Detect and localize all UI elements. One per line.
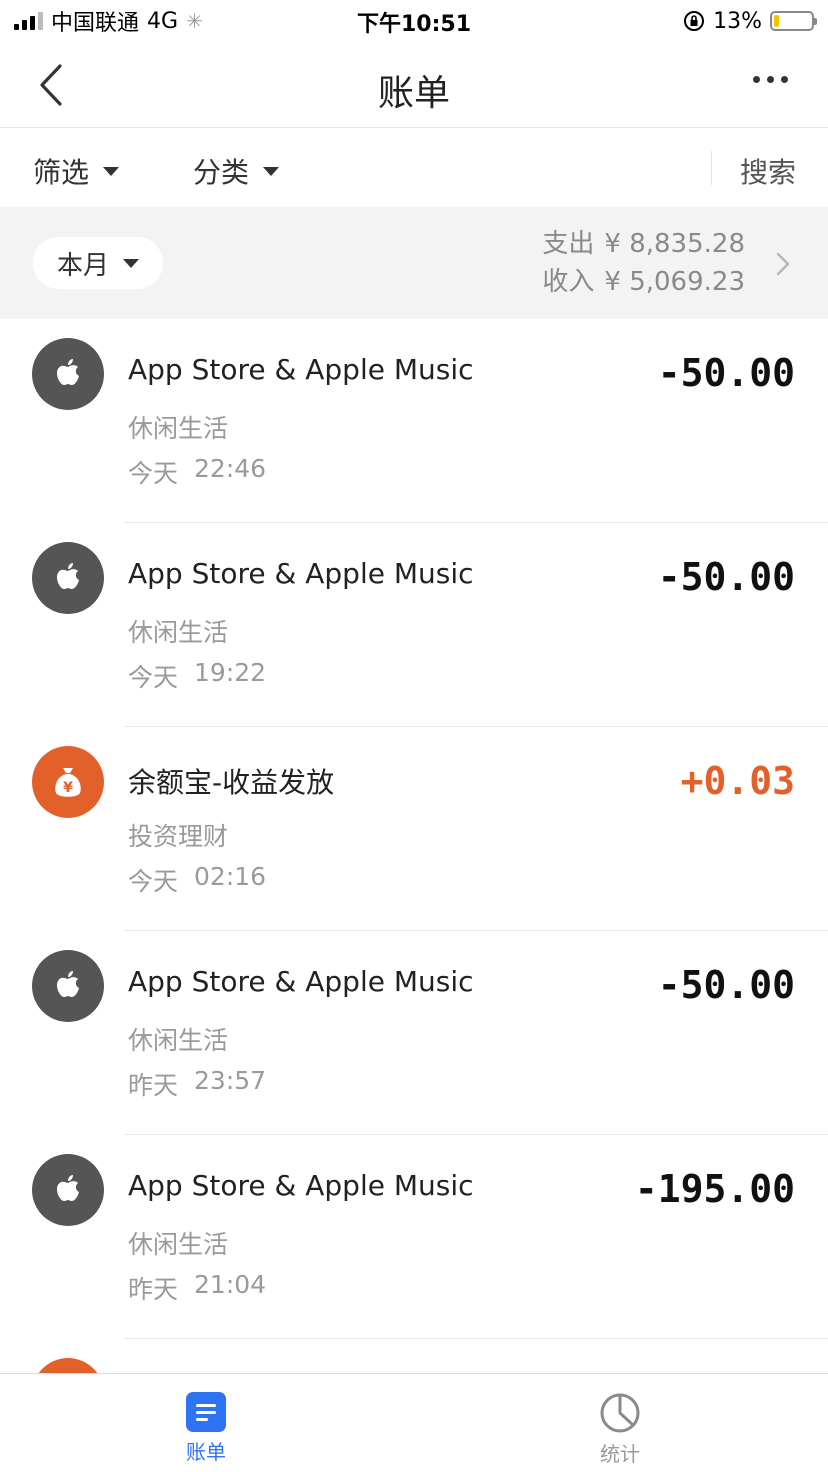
transaction-time: 今天 22:46 [128, 454, 266, 490]
transaction-name: App Store & Apple Music [128, 557, 474, 590]
filter-bar: 筛选 分类 搜索 [0, 129, 828, 207]
status-bar: 中国联通 4G ✳ 下午10:51 13% [0, 0, 828, 42]
rotation-lock-icon [684, 11, 705, 31]
period-label: 本月 [56, 250, 109, 281]
transaction-name: 余额宝-收益发放 [128, 766, 335, 799]
transaction-day: 今天 [128, 867, 179, 896]
battery-fill [774, 15, 779, 27]
divider [711, 151, 712, 185]
tab-bills-label: 账单 [186, 1440, 226, 1464]
transaction-row[interactable]: App Store & Apple Music 休闲生活 昨天 21:04 -19… [0, 1135, 828, 1339]
tab-stats[interactable]: 统计 [560, 1392, 680, 1467]
caret-down-icon [123, 258, 139, 268]
transaction-amount: -50.00 [657, 963, 795, 1007]
transaction-time: 今天 19:22 [128, 658, 266, 694]
expense-label: 支出 [542, 229, 595, 259]
transaction-row[interactable]: App Store & Apple Music 休闲生活 昨天 23:57 -50… [0, 931, 828, 1135]
summary-totals[interactable]: 支出 ¥ 8,835.28 收入 ¥ 5,069.23 [542, 225, 745, 301]
tab-bills[interactable]: 账单 [146, 1392, 266, 1465]
transaction-clock: 23:57 [194, 1066, 267, 1095]
transaction-row-partial[interactable] [0, 1339, 828, 1374]
transaction-category: 休闲生活 [128, 1230, 229, 1259]
apple-icon [32, 542, 104, 614]
apple-icon [32, 338, 104, 410]
tab-bar: 账单 统计 [0, 1373, 828, 1472]
transaction-name: App Store & Apple Music [128, 1169, 474, 1202]
search-button[interactable]: 搜索 [740, 151, 796, 191]
apple-icon [32, 950, 104, 1022]
tab-stats-label: 统计 [600, 1442, 640, 1466]
transaction-amount: -50.00 [657, 351, 795, 395]
transaction-time: 昨天 23:57 [128, 1066, 266, 1102]
more-dots-icon[interactable] [753, 76, 788, 83]
transaction-day: 今天 [128, 459, 179, 488]
category-label: 分类 [193, 156, 250, 189]
transaction-category: 休闲生活 [128, 618, 229, 647]
money-bag-icon [32, 1358, 104, 1374]
transaction-day: 昨天 [128, 1071, 179, 1100]
transaction-category: 休闲生活 [128, 1026, 229, 1055]
status-right: 13% [683, 6, 817, 36]
transaction-day: 今天 [128, 663, 179, 692]
transaction-amount: -50.00 [657, 555, 795, 599]
expense-amount: ¥ 8,835.28 [604, 229, 745, 259]
filter-dropdown[interactable]: 筛选 [33, 151, 120, 191]
transaction-name: App Store & Apple Music [128, 965, 474, 998]
transaction-row[interactable]: App Store & Apple Music 休闲生活 今天 22:46 -50… [0, 319, 828, 523]
caret-down-icon [263, 166, 280, 176]
apple-icon [32, 1154, 104, 1226]
transaction-clock: 19:22 [194, 658, 267, 687]
money-bag-icon: ¥ [32, 746, 104, 818]
category-dropdown[interactable]: 分类 [193, 151, 280, 191]
period-dropdown[interactable]: 本月 [33, 237, 163, 289]
transaction-amount: -195.00 [634, 1167, 795, 1211]
income-amount: ¥ 5,069.23 [604, 267, 745, 297]
bill-list-icon [186, 1392, 226, 1432]
transaction-clock: 22:46 [194, 454, 267, 483]
transaction-day: 昨天 [128, 1275, 179, 1304]
nav-bar: 账单 [0, 42, 828, 128]
transaction-time: 昨天 21:04 [128, 1270, 266, 1306]
transaction-category: 休闲生活 [128, 414, 229, 443]
transaction-category: 投资理财 [128, 822, 229, 851]
income-label: 收入 [542, 267, 595, 297]
transaction-clock: 21:04 [194, 1270, 267, 1299]
chevron-right-icon[interactable] [772, 251, 794, 277]
transaction-row[interactable]: App Store & Apple Music 休闲生活 今天 19:22 -50… [0, 523, 828, 727]
pie-chart-icon [600, 1393, 640, 1433]
svg-text:¥: ¥ [63, 780, 73, 796]
transaction-row[interactable]: ¥ 余额宝-收益发放 投资理财 今天 02:16 +0.03 [0, 727, 828, 931]
transaction-amount: +0.03 [680, 759, 795, 803]
filter-label: 筛选 [33, 156, 90, 189]
monthly-summary: 本月 支出 ¥ 8,835.28 收入 ¥ 5,069.23 [0, 207, 828, 319]
battery-percent: 13% [713, 8, 762, 34]
battery-icon [770, 11, 817, 31]
caret-down-icon [103, 166, 120, 176]
transaction-list[interactable]: App Store & Apple Music 休闲生活 今天 22:46 -50… [0, 319, 828, 1374]
page-title: 账单 [377, 73, 450, 114]
transaction-name: App Store & Apple Music [128, 353, 474, 386]
transaction-clock: 02:16 [194, 862, 267, 891]
transaction-time: 今天 02:16 [128, 862, 266, 898]
